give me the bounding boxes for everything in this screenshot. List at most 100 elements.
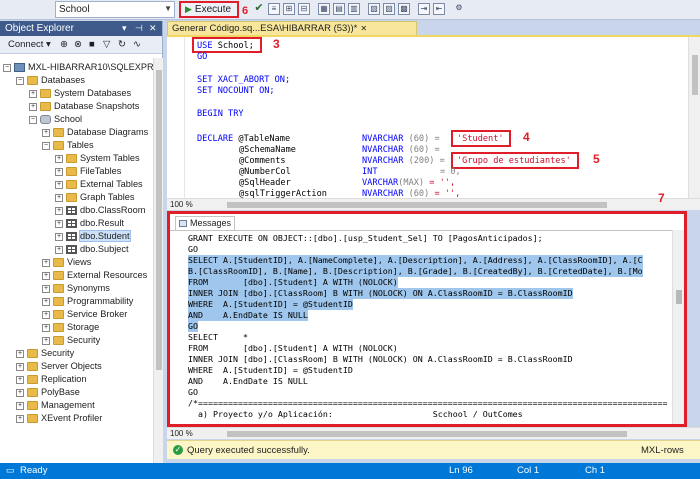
expand-icon[interactable]: + [42, 284, 50, 293]
tree-node-server-objects[interactable]: + Server Objects [16, 360, 102, 373]
tree-node-graph-tables[interactable]: + Graph Tables [55, 191, 134, 204]
expand-icon[interactable]: + [16, 388, 24, 397]
expand-icon[interactable]: + [55, 206, 63, 215]
execute-button[interactable]: ▶ Execute [179, 1, 239, 18]
expand-icon[interactable]: + [55, 154, 63, 163]
tree-node-external-tables[interactable]: + External Tables [55, 178, 143, 191]
object-explorer-scrollbar[interactable] [153, 58, 163, 463]
collapse-icon[interactable]: − [42, 141, 50, 150]
tree-node-system-databases[interactable]: + System Databases [29, 87, 131, 100]
tree-node-system-tables[interactable]: + System Tables [55, 152, 140, 165]
results-text-icon[interactable]: ▤ [333, 3, 345, 15]
tab-messages[interactable]: Messages [175, 216, 235, 230]
messages-output[interactable]: GRANT EXECUTE ON OBJECT::[dbo].[usp_Stud… [170, 230, 675, 424]
expand-icon[interactable]: + [16, 375, 24, 384]
database-selector[interactable]: School ▼ [55, 1, 175, 18]
tree-node-server[interactable]: −MXL-HIBARRAR10\SQLEXPRESS [3, 61, 153, 74]
filter-icon[interactable]: ▽ [103, 39, 110, 50]
expand-icon[interactable]: + [29, 102, 37, 111]
tree-node-security[interactable]: + Security [16, 347, 74, 360]
tree-node-dbo-subject[interactable]: + dbo.Subject [55, 243, 129, 256]
tree-node-storage[interactable]: + Storage [42, 321, 99, 334]
dropdown-icon[interactable]: ▾ [122, 23, 127, 34]
tree-node-xevent-profiler[interactable]: + XEvent Profiler [16, 412, 102, 425]
expand-icon[interactable]: + [42, 271, 50, 280]
query-editor[interactable]: USE School; 3 GO SET XACT_ABORT ON; SET … [167, 35, 700, 198]
tree-node-tables[interactable]: − Tables [42, 139, 94, 152]
pin-icon[interactable]: ⊣ [135, 23, 143, 34]
tree-node-service-broker[interactable]: + Service Broker [42, 308, 127, 321]
expand-icon[interactable]: + [55, 180, 63, 189]
indent-icon[interactable]: ⇥ [418, 3, 430, 15]
results-grid-icon[interactable]: ▥ [348, 3, 360, 15]
scrollbar-thumb[interactable] [692, 55, 698, 95]
outdent-icon[interactable]: ⇤ [433, 3, 445, 15]
expand-icon[interactable]: + [29, 89, 37, 98]
expand-icon[interactable]: + [55, 232, 63, 241]
tree-node-database-diagrams[interactable]: + Database Diagrams [42, 126, 148, 139]
messages-zoom-level[interactable]: 100 % [170, 429, 193, 438]
connect-object-icon[interactable]: ⊕ [60, 39, 68, 50]
query-options-icon[interactable]: ⊞ [283, 3, 295, 15]
tree-node-management[interactable]: + Management [16, 399, 95, 412]
tree-node-databases[interactable]: − Databases [16, 74, 85, 87]
check-icon[interactable]: ✔ [253, 3, 265, 15]
scrollbar-thumb[interactable] [676, 290, 682, 304]
tab-title: Generar Código.sq...ESA\HIBARRAR (53))* [172, 23, 358, 34]
expand-icon[interactable]: + [42, 297, 50, 306]
include-plan-icon[interactable]: ▦ [318, 3, 330, 15]
expand-icon[interactable]: + [55, 193, 63, 202]
folder-icon [53, 323, 64, 333]
display-plan-icon[interactable]: ⊟ [298, 3, 310, 15]
tree-node-dbo-result[interactable]: + dbo.Result [55, 217, 124, 230]
results-file-icon[interactable]: ▧ [368, 3, 380, 15]
tree-node-dbo-classroom[interactable]: + dbo.ClassRoom [55, 204, 145, 217]
collapse-icon[interactable]: − [16, 76, 24, 85]
activity-icon[interactable]: ∿ [133, 39, 141, 50]
tree-node-external-resources[interactable]: + External Resources [42, 269, 147, 282]
tree-node-filetables[interactable]: + FileTables [55, 165, 121, 178]
horizontal-scrollbar-thumb[interactable] [227, 431, 627, 437]
tree-node-school[interactable]: − School [29, 113, 82, 126]
expand-icon[interactable]: + [42, 128, 50, 137]
tree-node-programmability[interactable]: + Programmability [42, 295, 133, 308]
parse-icon[interactable]: ≡ [268, 3, 280, 15]
folder-icon [40, 102, 51, 112]
tree-node-synonyms[interactable]: + Synonyms [42, 282, 110, 295]
expand-icon[interactable]: + [42, 336, 50, 345]
tree-node-polybase[interactable]: + PolyBase [16, 386, 80, 399]
connect-button[interactable]: Connect ▾ [8, 39, 51, 50]
message-line-selected: WHERE A.[StudentID] = @StudentID [188, 299, 353, 310]
editor-zoom-level[interactable]: 100 % [170, 200, 193, 209]
tree-node-school-security[interactable]: + Security [42, 334, 100, 347]
query-editor-tab[interactable]: Generar Código.sq...ESA\HIBARRAR (53))* ✕ [167, 21, 417, 35]
stop-icon[interactable]: ■ [89, 39, 95, 50]
uncomment-icon[interactable]: ▩ [398, 3, 410, 15]
tree-node-views[interactable]: + Views [42, 256, 91, 269]
expand-icon[interactable]: + [16, 401, 24, 410]
horizontal-scrollbar-thumb[interactable] [227, 202, 607, 208]
collapse-icon[interactable]: − [29, 115, 37, 124]
messages-scrollbar[interactable] [672, 230, 684, 424]
close-icon[interactable]: ✕ [149, 23, 157, 34]
tab-close-icon[interactable]: ✕ [360, 24, 367, 33]
expand-icon[interactable]: + [55, 219, 63, 228]
tree-node-dbo-student[interactable]: + dbo.Student [55, 230, 131, 243]
disconnect-icon[interactable]: ⊗ [74, 39, 82, 50]
comment-icon[interactable]: ▨ [383, 3, 395, 15]
collapse-icon[interactable]: − [3, 63, 11, 72]
expand-icon[interactable]: + [42, 310, 50, 319]
scrollbar-thumb[interactable] [156, 70, 162, 370]
expand-icon[interactable]: + [55, 167, 63, 176]
tree-node-database-snapshots[interactable]: + Database Snapshots [29, 100, 139, 113]
editor-scrollbar[interactable] [688, 37, 700, 198]
expand-icon[interactable]: + [55, 245, 63, 254]
expand-icon[interactable]: + [16, 362, 24, 371]
specify-values-icon[interactable]: ⚙ [453, 3, 465, 15]
expand-icon[interactable]: + [42, 323, 50, 332]
expand-icon[interactable]: + [42, 258, 50, 267]
expand-icon[interactable]: + [16, 349, 24, 358]
expand-icon[interactable]: + [16, 414, 24, 423]
tree-node-replication[interactable]: + Replication [16, 373, 86, 386]
refresh-icon[interactable]: ↻ [118, 39, 126, 50]
